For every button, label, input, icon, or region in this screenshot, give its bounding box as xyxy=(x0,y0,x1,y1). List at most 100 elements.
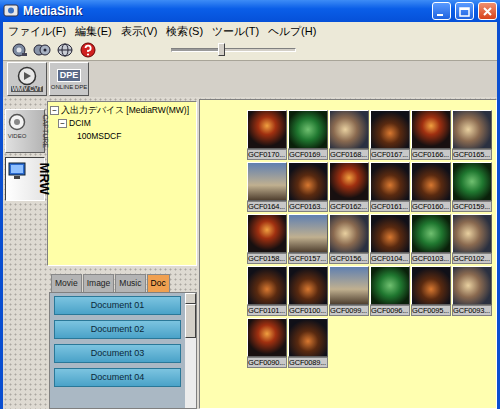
tree-node[interactable]: −DCIM xyxy=(58,117,194,130)
device-button[interactable] xyxy=(32,41,52,60)
photo xyxy=(247,214,287,253)
thumbnail[interactable]: GCF0163... xyxy=(287,162,328,212)
thumbnail[interactable]: GCF0093... xyxy=(451,266,492,316)
menu-item[interactable]: ファイル(F) xyxy=(8,23,66,40)
app-window: MediaSink ファイル(F) 編集(E) 表示(V) 検索(S) ツール(T) ヘルプ… xyxy=(0,0,500,409)
thumbnail[interactable]: GCF0100... xyxy=(287,266,328,316)
thumbnail[interactable]: GCF0169... xyxy=(287,110,328,160)
thumbnail[interactable]: GCF0089... xyxy=(287,318,328,368)
thumbnail-caption: GCF0093... xyxy=(452,305,492,316)
thumbnail[interactable]: GCF0156... xyxy=(328,214,369,264)
maximize-button[interactable] xyxy=(455,2,474,20)
tool-sublabel: ONLINE DPE xyxy=(51,84,87,90)
expander[interactable]: − xyxy=(58,119,67,128)
thumbnail[interactable]: GCF0096... xyxy=(369,266,410,316)
thumbnail[interactable]: GCF0168... xyxy=(328,110,369,160)
photo xyxy=(288,214,328,253)
thumbnail[interactable]: GCF0095... xyxy=(410,266,451,316)
photo xyxy=(411,162,451,201)
thumbnail[interactable]: GCF0160... xyxy=(410,162,451,212)
zoom-thumb[interactable] xyxy=(218,43,225,56)
document-item[interactable]: Document 01 xyxy=(54,296,181,315)
thumbnail[interactable]: GCF0162... xyxy=(328,162,369,212)
thumbnail-caption: GCF0167... xyxy=(370,149,410,160)
thumbnail[interactable]: GCF0170... xyxy=(246,110,287,160)
thumbnail[interactable]: GCF0157... xyxy=(287,214,328,264)
close-button[interactable] xyxy=(478,2,497,20)
media-tab[interactable]: Image xyxy=(83,274,115,292)
thumbnail[interactable]: GCF0166... xyxy=(410,110,451,160)
globe-icon xyxy=(56,41,74,59)
thumbnail-grid: GCF0170...GCF0169...GCF0168...GCF0167...… xyxy=(246,110,496,368)
thumbnail[interactable]: GCF0167... xyxy=(369,110,410,160)
thumbnail-caption: GCF0103... xyxy=(411,253,451,264)
menu-item[interactable]: ヘルプ(H) xyxy=(268,23,316,40)
thumbnail[interactable]: GCF0159... xyxy=(451,162,492,212)
photo xyxy=(288,162,328,201)
document-item[interactable]: Document 02 xyxy=(54,320,181,339)
network-button[interactable] xyxy=(55,41,75,60)
thumbnail-caption: GCF0090... xyxy=(247,357,287,368)
thumbnail-caption: GCF0164... xyxy=(247,201,287,212)
help-button[interactable] xyxy=(78,41,98,60)
thumbnail[interactable]: GCF0161... xyxy=(369,162,410,212)
app-icon xyxy=(3,3,19,19)
side-tab-icon-area xyxy=(6,158,28,200)
thumbnail-caption: GCF0100... xyxy=(288,305,328,316)
photo xyxy=(370,214,410,253)
thumbnail[interactable]: GCF0103... xyxy=(410,214,451,264)
photo xyxy=(329,162,369,201)
side-tab-label: CAPTURE xyxy=(39,114,50,147)
thumbnail-caption: GCF0165... xyxy=(452,149,492,160)
document-area: Document 01 Document 02 Document 03 Documen… xyxy=(49,292,197,409)
scroll-up-button[interactable] xyxy=(185,293,196,304)
tools-button[interactable] xyxy=(9,41,29,60)
media-tab[interactable]: Doc xyxy=(147,274,170,292)
toolbar xyxy=(3,40,497,61)
menu-item[interactable]: ツール(T) xyxy=(212,23,259,40)
convert-button[interactable]: WMV CVT xyxy=(7,62,47,96)
tree-node[interactable]: −入出力デバイス [MediaRW(MW)] xyxy=(50,104,194,117)
media-panel: MovieImageMusicDoc Document 01 Document 02… xyxy=(47,271,197,409)
tool-label: WMV CVT xyxy=(11,86,44,93)
document-item[interactable]: Document 04 xyxy=(54,368,181,387)
side-tab[interactable]: VIDEOCAPTURE xyxy=(5,109,45,153)
media-tab[interactable]: Movie xyxy=(51,274,82,292)
thumbnail[interactable]: GCF0090... xyxy=(246,318,287,368)
thumbnail[interactable]: GCF0164... xyxy=(246,162,287,212)
photo xyxy=(288,266,328,305)
media-tab[interactable]: Music xyxy=(115,274,145,292)
menu-item[interactable]: 検索(S) xyxy=(166,23,203,40)
zoom-fill xyxy=(171,49,221,51)
scrollbar[interactable] xyxy=(185,293,196,408)
tree-node[interactable]: 100MSDCF xyxy=(66,130,194,143)
thumbnail-panel: GCF0170...GCF0169...GCF0168...GCF0167...… xyxy=(199,99,497,409)
thumbnail-caption: GCF0095... xyxy=(411,305,451,316)
maximize-icon xyxy=(457,5,472,18)
minimize-button[interactable] xyxy=(432,2,451,20)
menu-item[interactable]: 表示(V) xyxy=(121,23,158,40)
thumbnail[interactable]: GCF0104... xyxy=(369,214,410,264)
thumbnail[interactable]: GCF0101... xyxy=(246,266,287,316)
online-button[interactable]: DPEONLINE DPE xyxy=(49,62,89,96)
tree-children: 100MSDCF xyxy=(58,130,194,143)
photo xyxy=(411,214,451,253)
thumbnail[interactable]: GCF0102... xyxy=(451,214,492,264)
scroll-thumb[interactable] xyxy=(185,304,196,338)
photo xyxy=(452,214,492,253)
menu-item[interactable]: 編集(E) xyxy=(75,23,112,40)
tree-children: −DCIM100MSDCF xyxy=(50,117,194,143)
thumbnail-caption: GCF0168... xyxy=(329,149,369,160)
thumbnail[interactable]: GCF0158... xyxy=(246,214,287,264)
expander[interactable]: − xyxy=(50,106,59,115)
side-tab[interactable]: MRW xyxy=(5,157,45,201)
zoom-slider[interactable] xyxy=(171,43,296,57)
close-icon xyxy=(480,5,495,18)
side-tabs: VIDEOCAPTUREMRW xyxy=(3,97,47,409)
document-item[interactable]: Document 03 xyxy=(54,344,181,363)
tree-label: 入出力デバイス [MediaRW(MW)] xyxy=(61,104,189,117)
window-title: MediaSink xyxy=(23,2,428,20)
thumbnail[interactable]: GCF0099... xyxy=(328,266,369,316)
photo xyxy=(329,110,369,149)
thumbnail[interactable]: GCF0165... xyxy=(451,110,492,160)
